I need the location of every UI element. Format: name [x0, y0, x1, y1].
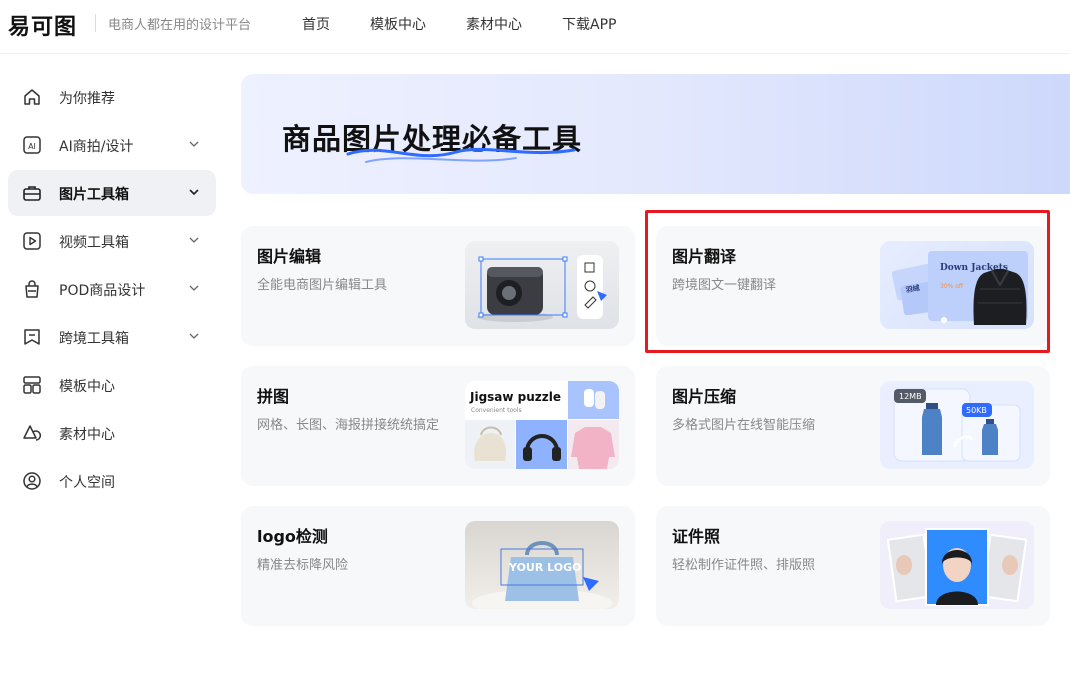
chevron-down-icon [189, 333, 199, 339]
chevron-down-icon [189, 189, 199, 196]
card-title: 证件照 [672, 527, 721, 546]
video-icon [23, 232, 41, 250]
jigsaw-subtitle: Convenient tools [471, 407, 522, 414]
compress-illustration: 12MB 50KB [893, 388, 1021, 462]
compress-after-size: 50KB [966, 406, 987, 415]
nav-templates[interactable]: 模板中心 [370, 14, 426, 34]
sidebar-item-label: 模板中心 [59, 379, 115, 395]
home-icon [24, 89, 40, 105]
card-title: logo检测 [257, 527, 328, 546]
sidebar-item-label: 跨境工具箱 [59, 331, 129, 347]
card-desc: 全能电商图片编辑工具 [257, 278, 388, 293]
card-title: 图片压缩 [672, 387, 737, 406]
tool-card-logo-detect[interactable]: logo检测 精准去标降风险 YOUR LOGO [241, 506, 635, 626]
top-header: 易可图 电商人都在用的设计平台 首页 模板中心 素材中心 下载APP [0, 0, 1070, 54]
banner-swoosh-decoration [346, 147, 576, 163]
nav-home[interactable]: 首页 [302, 14, 330, 34]
card-thumbnail-image-compress: 12MB 50KB [880, 381, 1034, 469]
chevron-down-icon [189, 141, 199, 147]
card-desc: 多格式图片在线智能压缩 [672, 418, 816, 433]
sidebar-item-template-center[interactable]: 模板中心 [8, 362, 216, 408]
bag-icon [25, 280, 39, 298]
sidebar-item-recommend[interactable]: 为你推荐 [8, 74, 216, 120]
tool-card-jigsaw[interactable]: 拼图 网格、长图、海报拼接统统搞定 Jigsaw puzzle Convenie… [241, 366, 635, 486]
header-divider [95, 14, 96, 32]
user-icon [23, 472, 41, 490]
sidebar-item-image-toolbox[interactable]: 图片工具箱 [8, 170, 216, 216]
tool-card-image-edit[interactable]: 图片编辑 全能电商图片编辑工具 [241, 226, 635, 346]
jigsaw-title: Jigsaw puzzle [469, 390, 561, 404]
card-desc: 轻松制作证件照、排版照 [672, 558, 816, 573]
layout-icon [23, 376, 41, 394]
ai-icon: AI [23, 136, 41, 154]
sidebar-item-label: 为你推荐 [59, 91, 115, 107]
card-thumbnail-image-translate: Down Jackets 30% off 羽绒 [880, 241, 1034, 329]
bookmark-icon [24, 329, 40, 345]
compress-before-size: 12MB [899, 392, 922, 401]
nav-materials[interactable]: 素材中心 [466, 14, 522, 34]
sidebar-item-video-toolbox[interactable]: 视频工具箱 [8, 218, 216, 264]
sidebar-item-label: 素材中心 [59, 427, 115, 443]
card-thumbnail-id-photo [880, 521, 1034, 609]
nav-download-app[interactable]: 下载APP [562, 14, 616, 34]
card-title: 拼图 [257, 387, 290, 406]
sidebar-item-label: AI商拍/设计 [59, 139, 134, 155]
card-thumbnail-image-edit [465, 241, 619, 329]
card-title: 图片翻译 [672, 247, 737, 266]
sidebar-item-pod-design[interactable]: POD商品设计 [8, 266, 216, 312]
sidebar-item-label: 图片工具箱 [59, 187, 129, 203]
jacket-translate-illustration: Down Jackets 30% off 羽绒 [891, 251, 1028, 325]
card-thumbnail-logo-detect: YOUR LOGO [465, 521, 619, 609]
site-slogan: 电商人都在用的设计平台 [108, 18, 252, 33]
card-desc: 网格、长图、海报拼接统统搞定 [257, 418, 440, 433]
tool-card-image-compress[interactable]: 图片压缩 多格式图片在线智能压缩 12MB 50KB [656, 366, 1050, 486]
sidebar-item-crossborder-toolbox[interactable]: 跨境工具箱 [8, 314, 216, 360]
toolbox-icon [23, 186, 41, 201]
sidebar-item-ai-design[interactable]: AI AI商拍/设计 [8, 122, 216, 168]
sidebar-item-personal-space[interactable]: 个人空间 [8, 458, 216, 504]
handbag-logo-illustration: YOUR LOGO [472, 541, 612, 609]
sidebar-item-label: 视频工具箱 [59, 235, 129, 251]
hero-banner: 商品图片处理必备工具 [241, 74, 1070, 194]
card-desc: 精准去标降风险 [257, 558, 349, 573]
sidebar-item-label: 个人空间 [59, 475, 115, 491]
chevron-down-icon [189, 285, 199, 291]
sidebar-item-label: POD商品设计 [59, 283, 146, 299]
shapes-icon [23, 425, 42, 441]
chevron-down-icon [189, 237, 199, 243]
card-title: 图片编辑 [257, 247, 322, 266]
sidebar-item-material-center[interactable]: 素材中心 [8, 410, 216, 456]
jigsaw-collage-illustration: Jigsaw puzzle Convenient tools [465, 381, 619, 469]
svg-text:AI: AI [28, 142, 36, 151]
logo-watermark-text: YOUR LOGO [508, 561, 582, 574]
card-desc: 跨境图文一键翻译 [672, 278, 777, 293]
projector-illustration [477, 255, 607, 322]
tool-card-image-translate[interactable]: 图片翻译 跨境图文一键翻译 Down Jackets 30% off 羽绒 [656, 226, 1050, 346]
site-logo[interactable]: 易可图 [8, 9, 77, 41]
id-photo-illustration [886, 528, 1028, 606]
tool-card-id-photo[interactable]: 证件照 轻松制作证件照、排版照 [656, 506, 1050, 626]
translate-sub: 30% off [940, 283, 964, 290]
card-thumbnail-jigsaw: Jigsaw puzzle Convenient tools [465, 381, 619, 469]
